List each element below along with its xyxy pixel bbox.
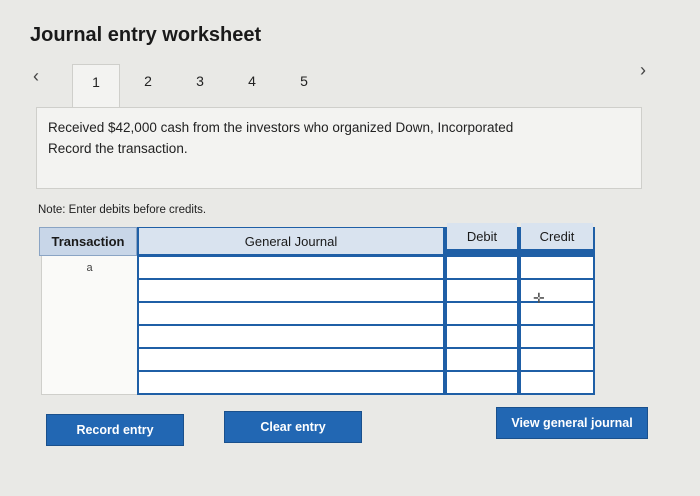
clear-entry-button[interactable]: Clear entry: [224, 411, 362, 443]
header-debit: Debit: [445, 223, 519, 256]
transaction-cell: [41, 302, 137, 326]
header-general-journal: General Journal: [137, 227, 445, 256]
chevron-right-icon[interactable]: ›: [640, 60, 646, 81]
problem-statement: Received $42,000 cash from the investors…: [48, 117, 608, 159]
debit-input[interactable]: [445, 256, 519, 280]
header-credit-label: Credit: [521, 223, 593, 249]
header-general-journal-label: General Journal: [139, 228, 443, 254]
debit-input[interactable]: [445, 279, 519, 303]
record-entry-button[interactable]: Record entry: [46, 414, 184, 446]
problem-line-2: Record the transaction.: [48, 141, 188, 156]
move-cursor-icon: ✛: [533, 290, 545, 306]
credit-input[interactable]: [519, 325, 595, 349]
tab-1[interactable]: 1: [72, 64, 120, 110]
transaction-cell: [41, 371, 137, 395]
table-row: [39, 348, 595, 372]
account-input[interactable]: [137, 302, 445, 326]
note-text: Note: Enter debits before credits.: [38, 204, 207, 216]
tab-4[interactable]: 4: [228, 64, 276, 108]
debit-input[interactable]: [445, 371, 519, 395]
table-row: [39, 279, 595, 303]
page-title: Journal entry worksheet: [30, 24, 262, 46]
transaction-cell: [41, 348, 137, 372]
account-input[interactable]: [137, 371, 445, 395]
account-input[interactable]: [137, 279, 445, 303]
debit-input[interactable]: [445, 302, 519, 326]
table-row: [39, 325, 595, 349]
account-input[interactable]: [137, 325, 445, 349]
credit-input[interactable]: [519, 302, 595, 326]
credit-input[interactable]: [519, 371, 595, 395]
table-row: a: [39, 256, 595, 280]
credit-input[interactable]: [519, 256, 595, 280]
chevron-left-icon[interactable]: ‹: [33, 66, 39, 87]
table-row: [39, 371, 595, 395]
tab-5[interactable]: 5: [280, 64, 328, 108]
debit-input[interactable]: [445, 325, 519, 349]
tab-3[interactable]: 3: [176, 64, 224, 108]
view-general-journal-button[interactable]: View general journal: [496, 407, 648, 439]
header-debit-label: Debit: [447, 223, 517, 249]
account-input[interactable]: [137, 348, 445, 372]
transaction-cell: a: [41, 256, 137, 280]
header-transaction: Transaction: [39, 227, 137, 256]
debit-input[interactable]: [445, 348, 519, 372]
transaction-cell: [41, 279, 137, 303]
table-row: [39, 302, 595, 326]
problem-line-1: Received $42,000 cash from the investors…: [48, 120, 514, 135]
header-credit: Credit: [519, 223, 595, 256]
credit-input[interactable]: [519, 279, 595, 303]
credit-input[interactable]: [519, 348, 595, 372]
account-input[interactable]: [137, 256, 445, 280]
tab-2[interactable]: 2: [124, 64, 172, 108]
transaction-cell: [41, 325, 137, 349]
